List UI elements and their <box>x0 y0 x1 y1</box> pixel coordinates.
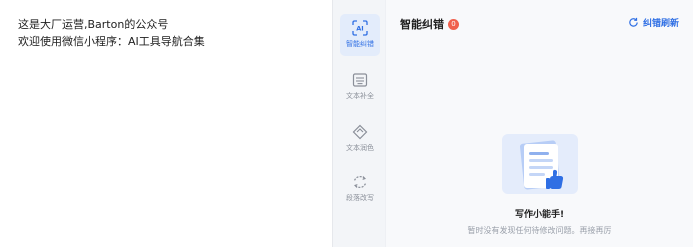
editor-line: 这是大厂运营,Barton的公众号 <box>18 18 169 31</box>
tool-label: 段落改写 <box>346 194 374 202</box>
document-illustration-icon <box>501 134 578 194</box>
rewrite-icon <box>353 176 367 188</box>
tool-label: 文本润色 <box>346 144 374 152</box>
refresh-button[interactable]: 纠错刷新 <box>628 16 679 29</box>
issue-count-badge: 0 <box>448 18 459 30</box>
tool-text-complete[interactable]: 文本补全 <box>340 66 380 108</box>
tool-sidebar: AI 智能纠错 文本补全 文本润色 段落改写 <box>332 0 385 247</box>
tool-text-polish[interactable]: 文本润色 <box>340 118 380 160</box>
refresh-icon <box>629 17 638 27</box>
tool-label: 文本补全 <box>346 92 374 100</box>
ai-scan-icon: AI <box>352 20 368 36</box>
empty-subtitle: 暂时没有发现任何待修改问题。再接再厉 <box>467 226 612 235</box>
svg-text:AI: AI <box>356 25 363 33</box>
keyboard-icon <box>352 73 368 87</box>
tool-label: 智能纠错 <box>346 40 374 48</box>
text-editor[interactable]: 这是大厂运营,Barton的公众号 欢迎使用微信小程序：AI工具导航合集 <box>0 0 332 247</box>
empty-state: 写作小能手! 暂时没有发现任何待修改问题。再接再厉 <box>386 132 693 236</box>
tool-smart-correct[interactable]: AI 智能纠错 <box>340 14 380 56</box>
panel-title: 智能纠错 <box>400 18 444 31</box>
correction-panel: 智能纠错 0 纠错刷新 写作小能手! 暂时没有发现任何待修改问题。再接再厉 <box>386 0 693 247</box>
refresh-label: 纠错刷新 <box>642 19 679 29</box>
tool-paragraph-rewrite[interactable]: 段落改写 <box>340 168 380 210</box>
panel-header: 智能纠错 0 <box>400 15 459 33</box>
diamond-icon <box>352 124 368 140</box>
editor-line: 欢迎使用微信小程序：AI工具导航合集 <box>18 35 205 48</box>
empty-title: 写作小能手! <box>514 210 565 220</box>
